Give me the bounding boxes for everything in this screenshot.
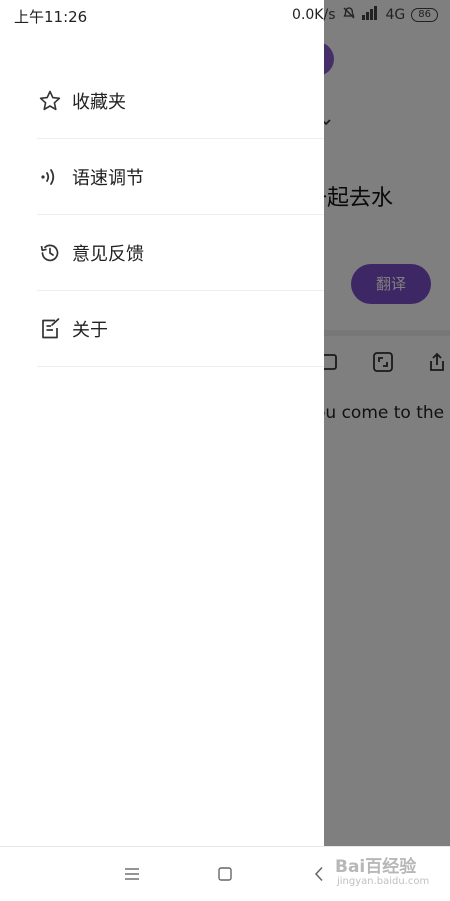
menu-label-about: 关于	[72, 319, 108, 341]
menu-item-about[interactable]: 关于	[37, 291, 324, 367]
status-indicators: 0.0K/s 4G 86	[292, 6, 438, 24]
edit-note-icon	[38, 317, 62, 341]
home-icon[interactable]	[213, 863, 237, 885]
star-icon	[38, 89, 62, 113]
network-type: 4G	[385, 7, 406, 23]
menu-icon[interactable]	[120, 863, 144, 885]
menu-item-favorites[interactable]: 收藏夹	[37, 63, 324, 139]
drawer-menu: 收藏夹 语速调节 意见反馈 关于	[0, 63, 324, 367]
status-time: 上午11:26	[14, 8, 88, 26]
menu-label-speech-rate: 语速调节	[72, 167, 144, 189]
sound-wave-icon	[38, 165, 62, 189]
mute-bell-icon	[342, 6, 356, 24]
watermark-site: jingyan.baidu.com	[337, 876, 430, 887]
watermark-brand: Bai百经验	[335, 857, 417, 877]
signal-icon	[361, 6, 380, 24]
menu-item-feedback[interactable]: 意见反馈	[37, 215, 324, 291]
network-speed: 0.0K/s	[292, 7, 336, 23]
status-bar: 上午11:26 0.0K/s 4G 86	[0, 0, 450, 30]
baidu-watermark: Bai百经验 jingyan.baidu.com	[327, 852, 429, 892]
menu-item-speech-rate[interactable]: 语速调节	[37, 139, 324, 215]
menu-label-favorites: 收藏夹	[72, 91, 126, 113]
navigation-drawer: 收藏夹 语速调节 意见反馈 关于	[0, 0, 324, 846]
history-icon	[38, 241, 62, 265]
menu-label-feedback: 意见反馈	[72, 243, 144, 265]
battery-indicator: 86	[411, 8, 438, 22]
